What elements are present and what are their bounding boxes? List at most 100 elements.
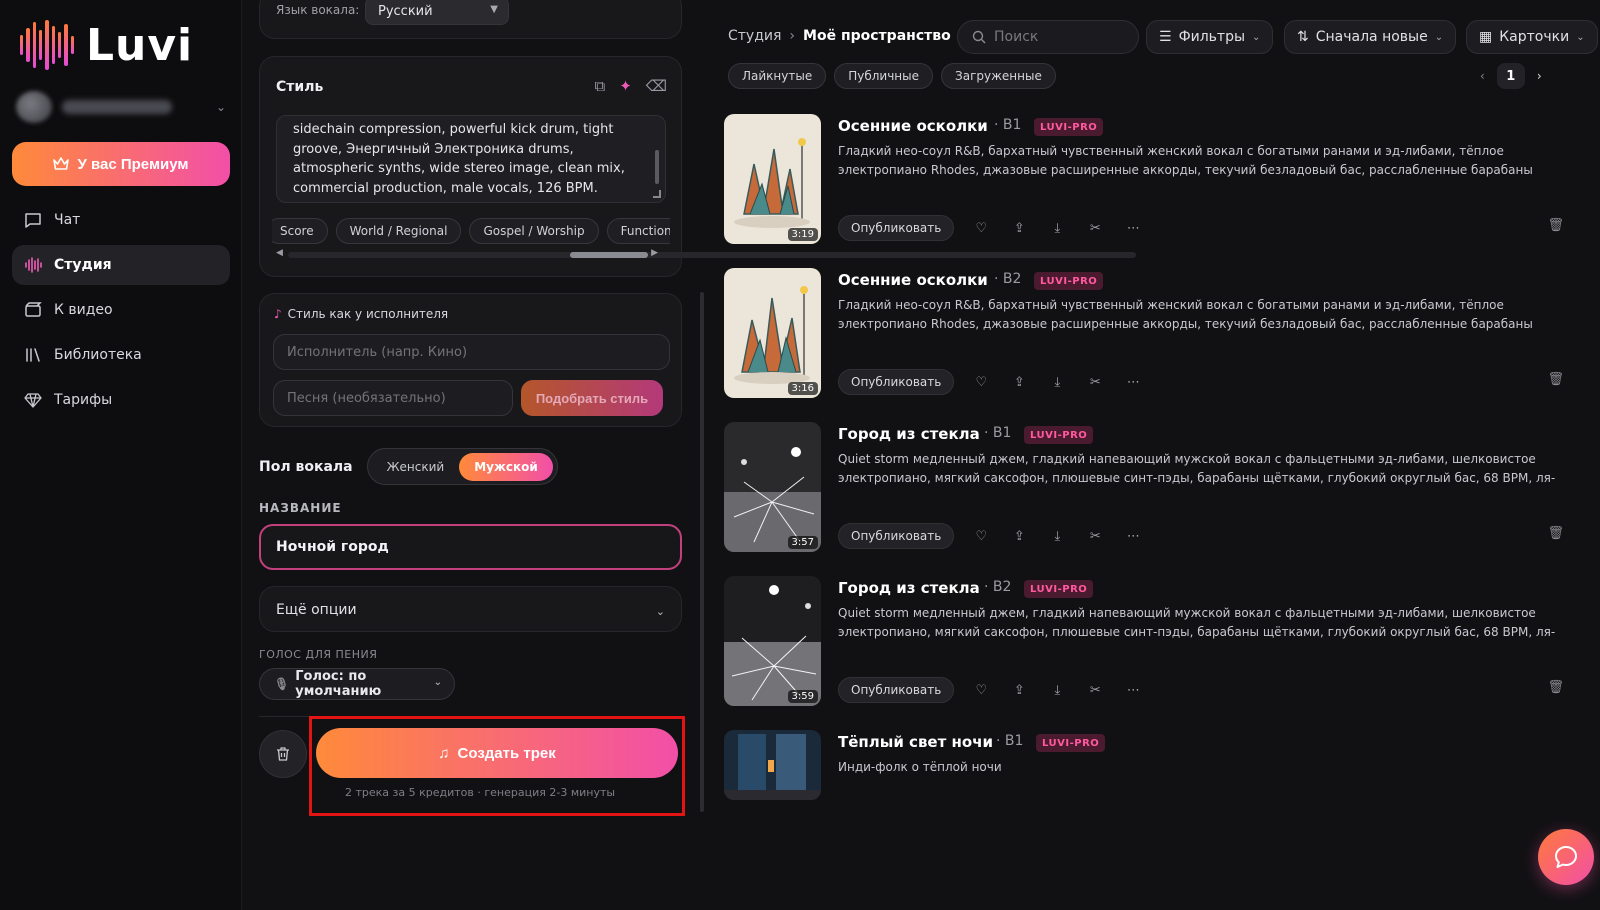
eraser-icon[interactable]: ⌫	[646, 77, 667, 95]
more-icon[interactable]: ⋯	[1124, 681, 1142, 699]
sidebar-item-video[interactable]: К видео	[12, 290, 230, 330]
download-icon[interactable]: ⤓	[1048, 219, 1066, 237]
more-options-toggle[interactable]: Ещё опции ⌄	[259, 586, 682, 632]
premium-button[interactable]: У вас Премиум	[12, 142, 230, 186]
scissors-icon[interactable]: ✂	[1086, 219, 1104, 237]
track-card[interactable]: 3:59 Город из стекла · B2 LUVI-PRO Quiet…	[724, 576, 1572, 716]
track-cover[interactable]: 3:59	[724, 576, 821, 706]
next-page-icon[interactable]: ›	[1537, 69, 1542, 83]
gender-male-option[interactable]: Мужской	[459, 453, 553, 481]
style-card: Стиль ⧉ ✦ ⌫ sidechain compression, power…	[259, 56, 1136, 277]
track-title[interactable]: Город из стекла	[838, 425, 980, 443]
create-track-label: Создать трек	[457, 744, 556, 762]
view-mode-button[interactable]: ▦ Карточки ⌄	[1466, 20, 1598, 54]
heart-icon[interactable]: ♡	[972, 527, 990, 545]
download-icon[interactable]: ⤓	[1048, 373, 1066, 391]
textarea-scrollbar[interactable]	[655, 150, 659, 184]
trash-icon[interactable]: 🗑	[1547, 372, 1564, 387]
more-icon[interactable]: ⋯	[1124, 527, 1142, 545]
tab-uploaded[interactable]: Загруженные	[941, 63, 1056, 89]
sidebar-item-studio[interactable]: Студия	[12, 245, 230, 285]
voice-select-button[interactable]: 🎙 Голос: по умолчанию ⌄	[259, 668, 455, 700]
scissors-icon[interactable]: ✂	[1086, 527, 1104, 545]
sidebar-item-library[interactable]: Библиотека	[12, 335, 230, 375]
tab-liked[interactable]: Лайкнутые	[728, 63, 827, 89]
voice-select-label: Голос: по умолчанию	[295, 669, 382, 699]
scroll-left-icon[interactable]: ◀	[276, 248, 283, 258]
prev-page-icon[interactable]: ‹	[1480, 69, 1485, 83]
track-title[interactable]: Город из стекла	[838, 579, 980, 597]
copy-icon[interactable]: ⧉	[594, 77, 605, 95]
download-icon[interactable]: ⤓	[1048, 527, 1066, 545]
clear-form-button[interactable]	[259, 730, 307, 778]
style-chip[interactable]: Gospel / Worship	[469, 218, 599, 244]
gender-female-option[interactable]: Женский	[372, 453, 460, 481]
song-input[interactable]	[273, 380, 513, 416]
search-input[interactable]: Поиск	[957, 20, 1139, 54]
trash-icon[interactable]: 🗑	[1547, 680, 1564, 695]
profile-switcher[interactable]: ⌄	[16, 90, 226, 124]
heart-icon[interactable]: ♡	[972, 681, 990, 699]
scroll-thumb[interactable]	[570, 252, 648, 258]
track-cover[interactable]: 3:16	[724, 268, 821, 398]
publish-button[interactable]: Опубликовать	[838, 215, 955, 241]
match-style-button[interactable]: Подобрать стиль	[521, 380, 663, 416]
track-title[interactable]: Осенние осколки	[838, 117, 988, 135]
cover-image	[724, 268, 821, 398]
chevron-down-icon: ⌄	[1252, 31, 1261, 43]
track-title[interactable]: Тёплый свет ночи	[838, 733, 993, 751]
artist-input[interactable]	[273, 334, 670, 370]
track-cover[interactable]	[724, 730, 821, 800]
more-icon[interactable]: ⋯	[1124, 219, 1142, 237]
vocal-language-select[interactable]: Русский ▼	[365, 0, 509, 25]
support-chat-button[interactable]	[1538, 829, 1594, 885]
scissors-icon[interactable]: ✂	[1086, 681, 1104, 699]
tab-public[interactable]: Публичные	[834, 63, 934, 89]
style-chip[interactable]: Functional	[606, 218, 670, 244]
share-icon[interactable]: ⇪	[1010, 219, 1028, 237]
logo-text: Luvi	[86, 19, 194, 71]
share-icon[interactable]: ⇪	[1010, 373, 1028, 391]
create-hint: 2 трека за 5 кредитов · генерация 2-3 ми…	[345, 786, 616, 799]
track-name-input[interactable]	[259, 524, 682, 570]
scissors-icon[interactable]: ✂	[1086, 373, 1104, 391]
logo[interactable]: Luvi	[20, 18, 193, 72]
current-page[interactable]: 1	[1496, 63, 1525, 89]
track-card[interactable]: Тёплый свет ночи · B1 LUVI-PRO Инди-фолк…	[724, 730, 1572, 800]
share-icon[interactable]: ⇪	[1010, 681, 1028, 699]
style-chip[interactable]: Score	[272, 218, 328, 244]
style-chip[interactable]: World / Regional	[335, 218, 462, 244]
artist-style-card: ♪ Стиль как у исполнителя Подобрать стил…	[259, 293, 682, 427]
track-cover[interactable]: 3:19	[724, 114, 821, 244]
publish-button[interactable]: Опубликовать	[838, 677, 955, 703]
heart-icon[interactable]: ♡	[972, 219, 990, 237]
more-icon[interactable]: ⋯	[1124, 373, 1142, 391]
track-card[interactable]: 3:16 Осенние осколки · B2 LUVI-PRO Гладк…	[724, 268, 1572, 408]
vocal-language-row: Язык вокала: Русский ▼	[259, 0, 682, 39]
resize-handle[interactable]	[653, 190, 661, 198]
scroll-right-icon[interactable]: ▶	[651, 248, 658, 258]
track-version: · B1	[984, 425, 1012, 441]
download-icon[interactable]: ⤓	[1048, 681, 1066, 699]
sidebar-item-chat[interactable]: Чат	[12, 200, 230, 240]
style-textarea[interactable]: sidechain compression, powerful kick dru…	[276, 115, 666, 203]
track-card[interactable]: 3:57 Город из стекла · B1 LUVI-PRO Quiet…	[724, 422, 1572, 562]
share-icon[interactable]: ⇪	[1010, 527, 1028, 545]
pro-badge: LUVI-PRO	[1034, 118, 1104, 136]
sort-button[interactable]: ⇅ Сначала новые ⌄	[1284, 20, 1457, 54]
track-cover[interactable]: 3:57	[724, 422, 821, 552]
trash-icon[interactable]: 🗑	[1547, 526, 1564, 541]
magic-wand-icon[interactable]: ✦	[619, 77, 632, 95]
publish-button[interactable]: Опубликовать	[838, 369, 955, 395]
create-track-button[interactable]: ♫ Создать трек	[316, 728, 678, 778]
filters-button[interactable]: ☰ Фильтры ⌄	[1146, 20, 1274, 54]
panel-scrollbar[interactable]	[700, 292, 704, 812]
heart-icon[interactable]: ♡	[972, 373, 990, 391]
chips-scrollbar[interactable]: ◀ ▶	[276, 248, 1136, 260]
track-title[interactable]: Осенние осколки	[838, 271, 988, 289]
publish-button[interactable]: Опубликовать	[838, 523, 955, 549]
sidebar-item-pricing[interactable]: Тарифы	[12, 380, 230, 420]
breadcrumb-studio[interactable]: Студия	[728, 28, 781, 44]
trash-icon[interactable]: 🗑	[1547, 218, 1564, 233]
track-card[interactable]: 3:19 Осенние осколки · B1 LUVI-PRO Гладк…	[724, 114, 1572, 254]
